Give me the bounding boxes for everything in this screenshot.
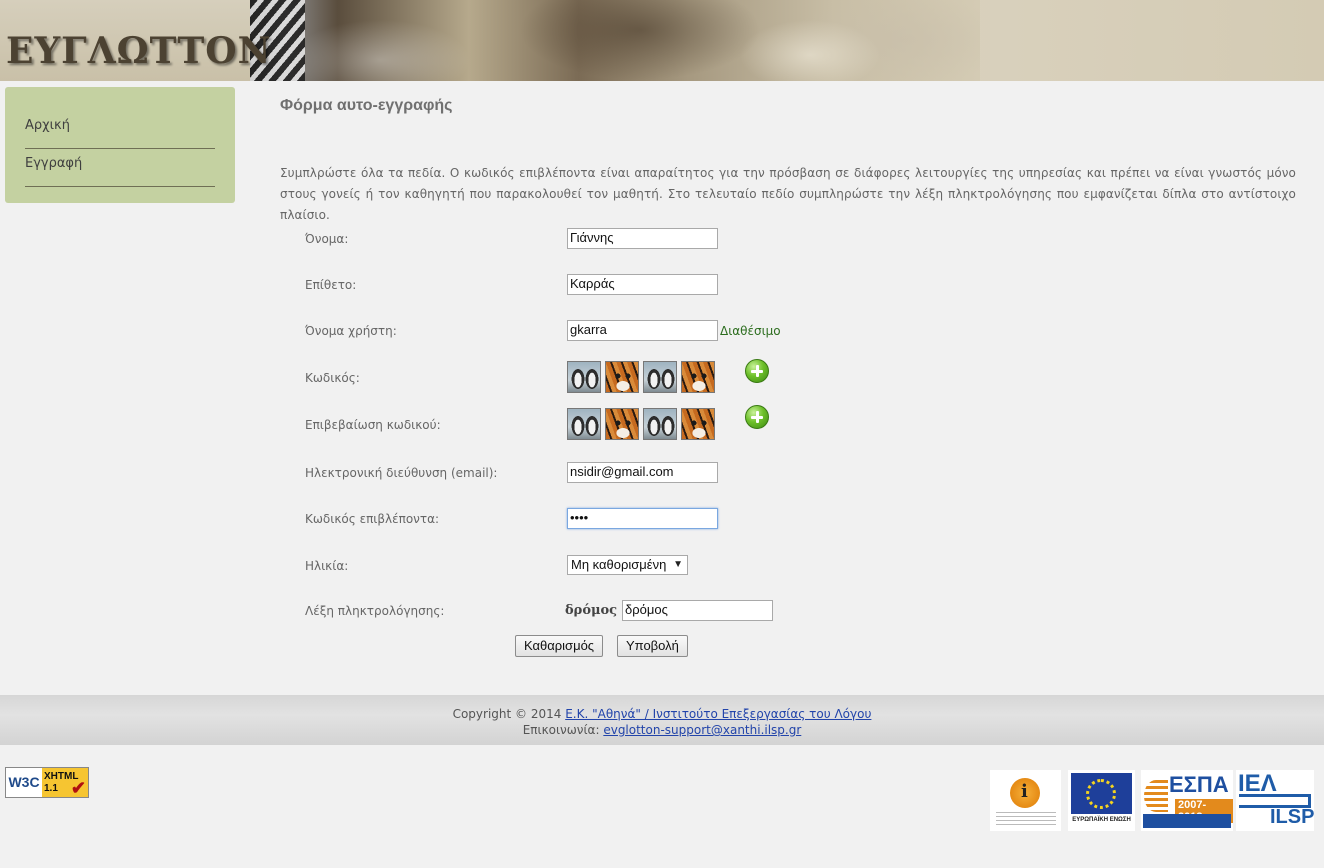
dropdown-arrow-icon: ▼	[673, 559, 683, 570]
eu-logo[interactable]: ΕΥΡΩΠΑΪΚΗ ΕΝΩΣΗ	[1068, 770, 1135, 831]
add-picture-confirm-button[interactable]	[745, 405, 769, 429]
sidebar-item-register[interactable]: Εγγραφή	[25, 149, 215, 187]
w3c-label: W3C	[6, 768, 42, 797]
contact-line: Επικοινωνία: evglotton-support@xanthi.il…	[0, 722, 1324, 738]
row-username: Όνομα χρήστη: gkarra Διαθέσιμο	[280, 320, 1296, 344]
page-title: Φόρμα αυτο-εγγραφής	[280, 97, 453, 114]
athena-logo[interactable]	[990, 770, 1061, 831]
copyright-line: Copyright © 2014 Ε.Κ. "Αθηνά" / Ινστιτού…	[0, 706, 1324, 722]
tiger-picture[interactable]	[681, 408, 715, 440]
username-label: Όνομα χρήστη:	[305, 324, 397, 338]
iel-ilsp-logo[interactable]: ΙΕΛ ILSP	[1236, 770, 1314, 831]
penguin-picture[interactable]	[643, 361, 677, 393]
row-age: Ηλικία: Μη καθορισμένη ▼	[280, 555, 1296, 579]
espa-waves-icon	[1144, 780, 1168, 812]
password-confirm-picture-sequence	[567, 408, 719, 442]
copyright-prefix: Copyright © 2014	[452, 707, 566, 721]
ilsp-text: ILSP	[1270, 806, 1315, 828]
submit-button[interactable]: Υποβολή	[617, 635, 688, 657]
tiger-picture[interactable]	[681, 361, 715, 393]
sidebar-item-home[interactable]: Αρχική	[25, 111, 215, 149]
athena-fine-print	[996, 812, 1056, 826]
supervisor-code-input[interactable]: ••••	[567, 508, 718, 529]
copyright-link[interactable]: Ε.Κ. "Αθηνά" / Ινστιτούτο Επεξεργασίας τ…	[565, 707, 871, 721]
penguin-picture[interactable]	[643, 408, 677, 440]
espa-logo[interactable]: ΕΣΠΑ 2007-2013	[1141, 770, 1233, 831]
checkmark-icon: ✔	[70, 778, 86, 798]
captcha-input[interactable]: δρόμος	[622, 600, 773, 621]
header-banner: ΕΥΓΛΩΤΤΟΝ	[0, 0, 1324, 81]
captcha-word: δρόμος	[565, 603, 618, 618]
eu-stars-icon	[1086, 779, 1116, 809]
tiger-picture[interactable]	[605, 361, 639, 393]
row-supervisor-code: Κωδικός επιβλέποντα: ••••	[280, 508, 1296, 532]
penguin-picture[interactable]	[567, 408, 601, 440]
row-captcha: Λέξη πληκτρολόγησης: δρόμος δρόμος	[280, 600, 1296, 624]
header-photo	[250, 0, 980, 81]
password-label: Κωδικός:	[305, 371, 360, 385]
row-first-name: Όνομα: Γιάννης	[280, 228, 1296, 252]
reset-button[interactable]: Καθαρισμός	[515, 635, 604, 657]
age-label: Ηλικία:	[305, 559, 349, 573]
main-content: Φόρμα αυτο-εγγραφής Συμπλρώστε όλα τα πε…	[280, 97, 1296, 657]
age-select-value: Μη καθορισμένη	[571, 557, 667, 572]
username-availability-status: Διαθέσιμο	[720, 324, 781, 338]
form-actions: Καθαρισμός Υποβολή	[280, 635, 1296, 659]
xhtml-label: XHTML 1.1 ✔	[42, 768, 88, 797]
last-name-input[interactable]: Καρράς	[567, 274, 718, 295]
password-confirm-label: Επιβεβαίωση κωδικού:	[305, 418, 441, 432]
contact-email-link[interactable]: evglotton-support@xanthi.ilsp.gr	[603, 723, 801, 737]
row-password-confirm: Επιβεβαίωση κωδικού:	[280, 405, 1296, 442]
age-select[interactable]: Μη καθορισμένη ▼	[567, 555, 688, 575]
last-name-label: Επίθετο:	[305, 278, 357, 292]
contact-prefix: Επικοινωνία:	[522, 723, 604, 737]
first-name-label: Όνομα:	[305, 232, 349, 246]
username-input[interactable]: gkarra	[567, 320, 718, 341]
penguin-picture[interactable]	[567, 361, 601, 393]
w3c-xhtml-badge[interactable]: W3C XHTML 1.1 ✔	[5, 767, 89, 798]
email-label: Ηλεκτρονική διεύθυνση (email):	[305, 466, 498, 480]
espa-bar	[1143, 814, 1231, 828]
supervisor-code-label: Κωδικός επιβλέποντα:	[305, 512, 440, 526]
sidebar: Αρχική Εγγραφή	[5, 87, 235, 203]
email-input[interactable]: nsidir@gmail.com	[567, 462, 718, 483]
first-name-input[interactable]: Γιάννης	[567, 228, 718, 249]
row-password: Κωδικός:	[280, 359, 1296, 395]
site-logo[interactable]: ΕΥΓΛΩΤΤΟΝ	[6, 30, 272, 72]
password-picture-sequence	[567, 361, 719, 395]
row-last-name: Επίθετο: Καρράς	[280, 274, 1296, 298]
espa-title: ΕΣΠΑ	[1169, 772, 1229, 797]
tiger-picture[interactable]	[605, 408, 639, 440]
info-circle-icon	[1010, 778, 1040, 808]
eu-caption: ΕΥΡΩΠΑΪΚΗ ΕΝΩΣΗ	[1072, 817, 1131, 823]
row-email: Ηλεκτρονική διεύθυνση (email): nsidir@gm…	[280, 462, 1296, 486]
add-picture-button[interactable]	[745, 359, 769, 383]
intro-text: Συμπλρώστε όλα τα πεδία. Ο κωδικός επιβλ…	[280, 166, 1296, 222]
footer: Copyright © 2014 Ε.Κ. "Αθηνά" / Ινστιτού…	[0, 695, 1324, 745]
captcha-label: Λέξη πληκτρολόγησης:	[305, 604, 445, 618]
